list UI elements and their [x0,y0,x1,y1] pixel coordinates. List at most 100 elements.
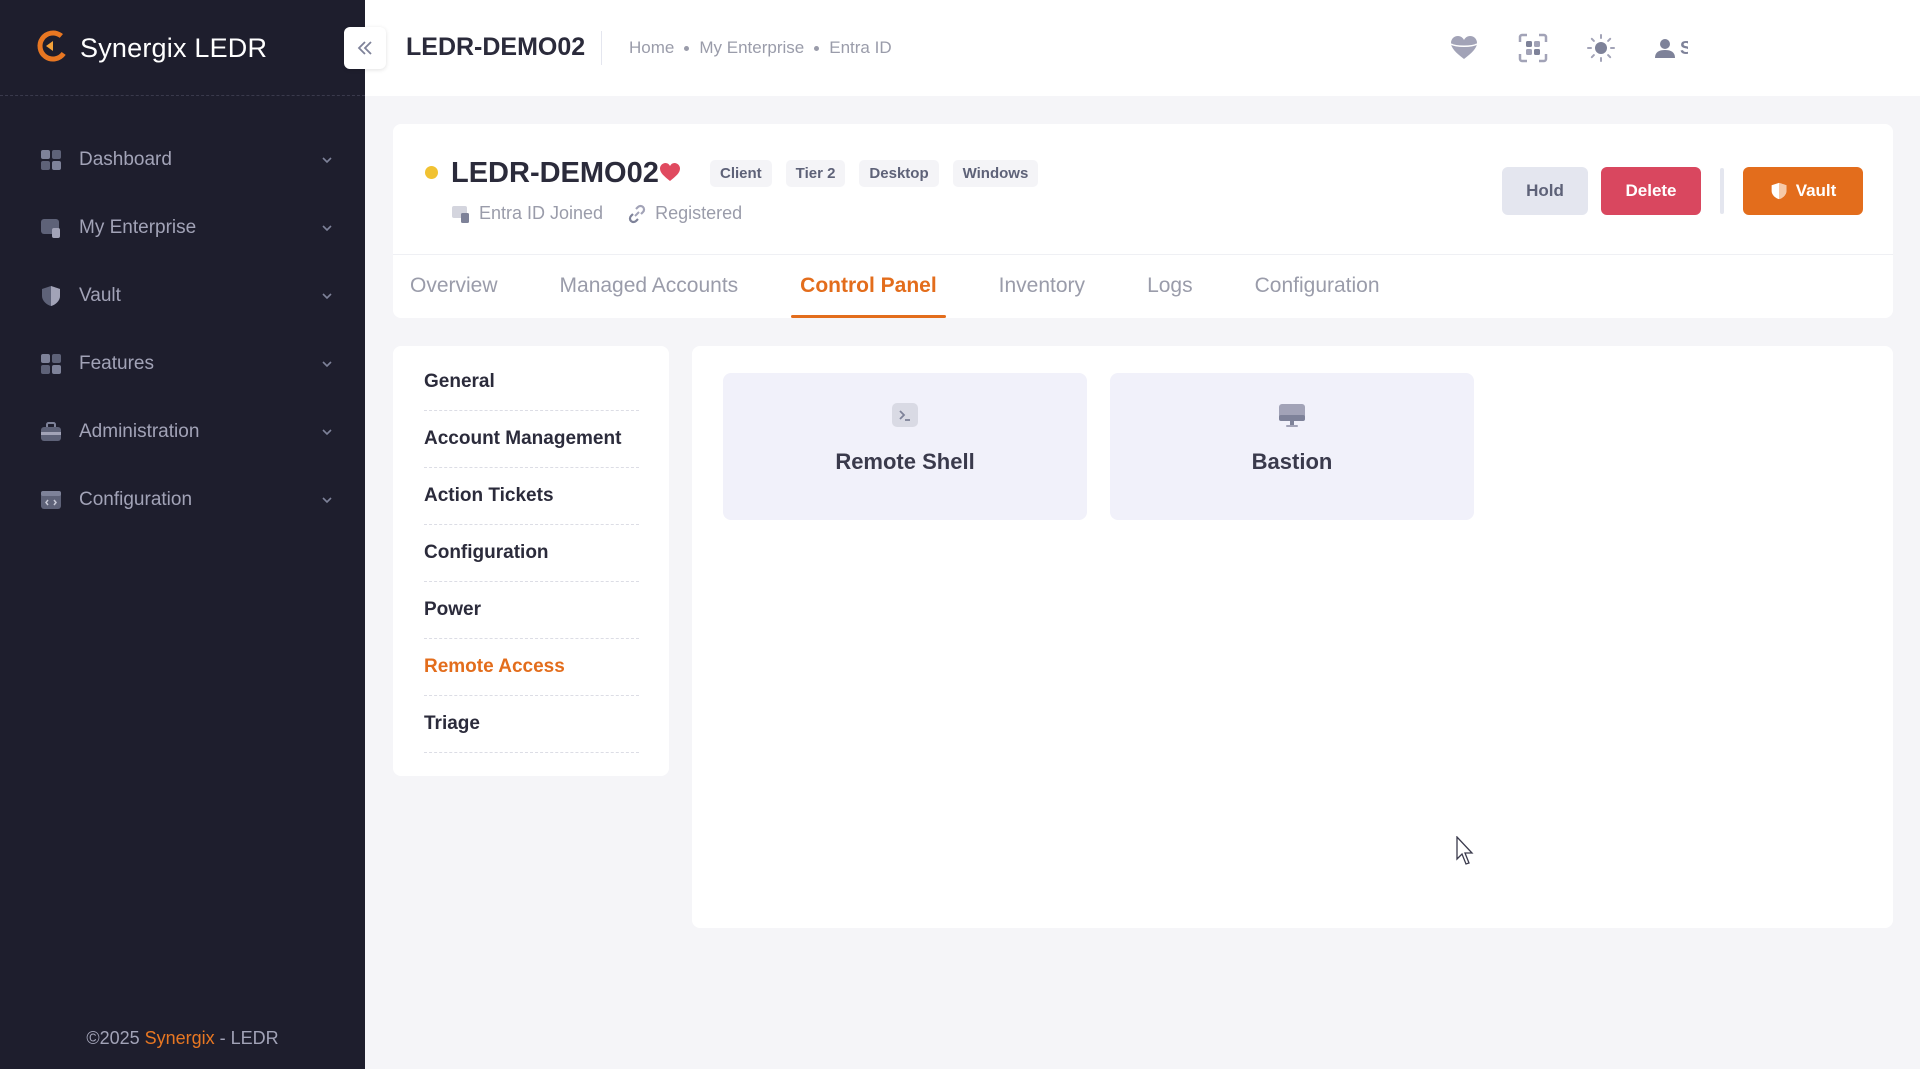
device-meta: Entra ID Joined Registered [451,203,742,224]
vault-button-label: Vault [1795,181,1837,200]
terminal-icon [892,403,918,427]
tab-control-panel[interactable]: Control Panel [791,254,946,318]
sidebar-item-vault[interactable]: Vault [0,262,365,330]
entra-device-icon [452,205,469,223]
sidebar-item-label: My Enterprise [79,217,197,238]
health-button[interactable] [1450,28,1518,68]
sidebar-item-label: Administration [79,421,200,442]
scan-icon [1518,33,1548,63]
sidebar-item-label: Configuration [79,489,193,510]
join-status-label: Entra ID Joined [479,203,604,223]
breadcrumb-home[interactable]: Home [629,38,674,58]
status-indicator [425,166,438,179]
sidebar: Synergix LEDR Dashboard My Enterprise Va… [0,0,365,1069]
sidebar-item-configuration[interactable]: Configuration [0,466,365,534]
sidebar-item-dashboard[interactable]: Dashboard [0,126,365,194]
vault-shield-icon [39,284,63,308]
device-name: LEDR-DEMO02 [451,157,659,189]
device-tabs: Overview Managed Accounts Control Panel … [401,254,1433,318]
user-menu-button[interactable]: S [1654,28,1688,68]
vault-shield-icon [1771,182,1787,200]
menu-item-account-management[interactable]: Account Management [424,411,639,468]
tag-desktop: Desktop [859,160,939,187]
tab-managed-accounts[interactable]: Managed Accounts [551,254,748,318]
briefcase-icon [39,420,63,444]
bastion-tile[interactable]: Bastion [1110,373,1474,520]
tab-configuration[interactable]: Configuration [1246,254,1389,318]
vault-button[interactable]: Vault [1743,167,1863,215]
tag-client: Client [710,160,772,187]
brand-divider [0,95,365,96]
heart-icon [1450,36,1478,59]
menu-item-configuration[interactable]: Configuration [424,525,639,582]
mouse-pointer-icon [1456,836,1474,865]
brand-name: Synergix LEDR [80,32,268,63]
tab-logs[interactable]: Logs [1138,254,1202,318]
tile-label: Bastion [1251,449,1333,474]
remote-access-panel: Remote Shell Bastion [692,346,1893,928]
sidebar-collapse-button[interactable] [344,27,386,69]
user-initial: S [1680,37,1688,58]
footer-brand-link[interactable]: Synergix [145,1028,215,1048]
tab-overview[interactable]: Overview [401,254,507,318]
menu-item-remote-access[interactable]: Remote Access [424,639,639,696]
favorite-heart-icon[interactable] [659,162,681,184]
synergix-logo-icon [36,29,70,68]
page-title: LEDR-DEMO02 [406,33,586,61]
breadcrumb-entra-id[interactable]: Entra ID [829,38,891,58]
monitor-icon [1279,404,1305,427]
chevron-down-icon [322,157,332,164]
breadcrumb-my-enterprise[interactable]: My Enterprise [699,38,804,58]
tab-inventory[interactable]: Inventory [990,254,1094,318]
features-grid-icon [39,352,63,376]
code-window-icon [39,488,63,512]
device-actions: Hold Delete Vault [1502,167,1863,215]
link-icon [628,204,646,223]
double-chevron-left-icon [357,41,372,55]
join-status: Entra ID Joined [451,203,603,224]
control-panel-menu: General Account Management Action Ticket… [393,346,669,776]
breadcrumb: Home My Enterprise Entra ID [629,38,892,58]
dashboard-icon [39,148,63,172]
actions-divider [1720,168,1724,214]
brand[interactable]: Synergix LEDR [36,30,267,66]
sidebar-item-label: Vault [79,285,121,306]
sidebar-item-my-enterprise[interactable]: My Enterprise [0,194,365,262]
breadcrumb-separator [684,45,690,51]
device-tags: Client Tier 2 Desktop Windows [710,160,1039,187]
remote-shell-tile[interactable]: Remote Shell [723,373,1087,520]
sidebar-nav: Dashboard My Enterprise Vault Features A… [0,126,365,534]
chevron-down-icon [322,361,332,368]
menu-item-general[interactable]: General [424,354,639,411]
delete-button[interactable]: Delete [1601,167,1701,215]
top-header: LEDR-DEMO02 Home My Enterprise Entra ID … [365,0,1920,96]
scan-button[interactable] [1518,28,1586,68]
chevron-down-icon [322,429,332,436]
device-summary-card: LEDR-DEMO02 Client Tier 2 Desktop Window… [393,124,1893,318]
tag-tier: Tier 2 [785,160,846,187]
chevron-down-icon [322,497,332,504]
menu-item-action-tickets[interactable]: Action Tickets [424,468,639,525]
registration-status-label: Registered [655,203,743,223]
sidebar-item-label: Dashboard [79,149,172,170]
menu-item-power[interactable]: Power [424,582,639,639]
header-toolbar: S [1450,28,1688,68]
footer-prefix: ©2025 [86,1028,145,1048]
chevron-down-icon [322,293,332,300]
breadcrumb-separator [814,45,820,51]
sidebar-item-features[interactable]: Features [0,330,365,398]
tag-windows: Windows [952,160,1039,187]
hold-button[interactable]: Hold [1502,167,1588,215]
footer-suffix: - LEDR [214,1028,279,1048]
theme-toggle-button[interactable] [1586,28,1654,68]
sidebar-item-administration[interactable]: Administration [0,398,365,466]
sun-icon [1587,34,1615,62]
registration-status: Registered [627,203,742,224]
user-icon [1655,39,1675,58]
enterprise-icon [39,216,63,240]
tile-label: Remote Shell [835,449,975,474]
footer-copyright: ©2025 Synergix - LEDR [0,1028,365,1049]
menu-item-triage[interactable]: Triage [424,696,639,753]
sidebar-item-label: Features [79,353,154,374]
chevron-down-icon [322,225,332,232]
